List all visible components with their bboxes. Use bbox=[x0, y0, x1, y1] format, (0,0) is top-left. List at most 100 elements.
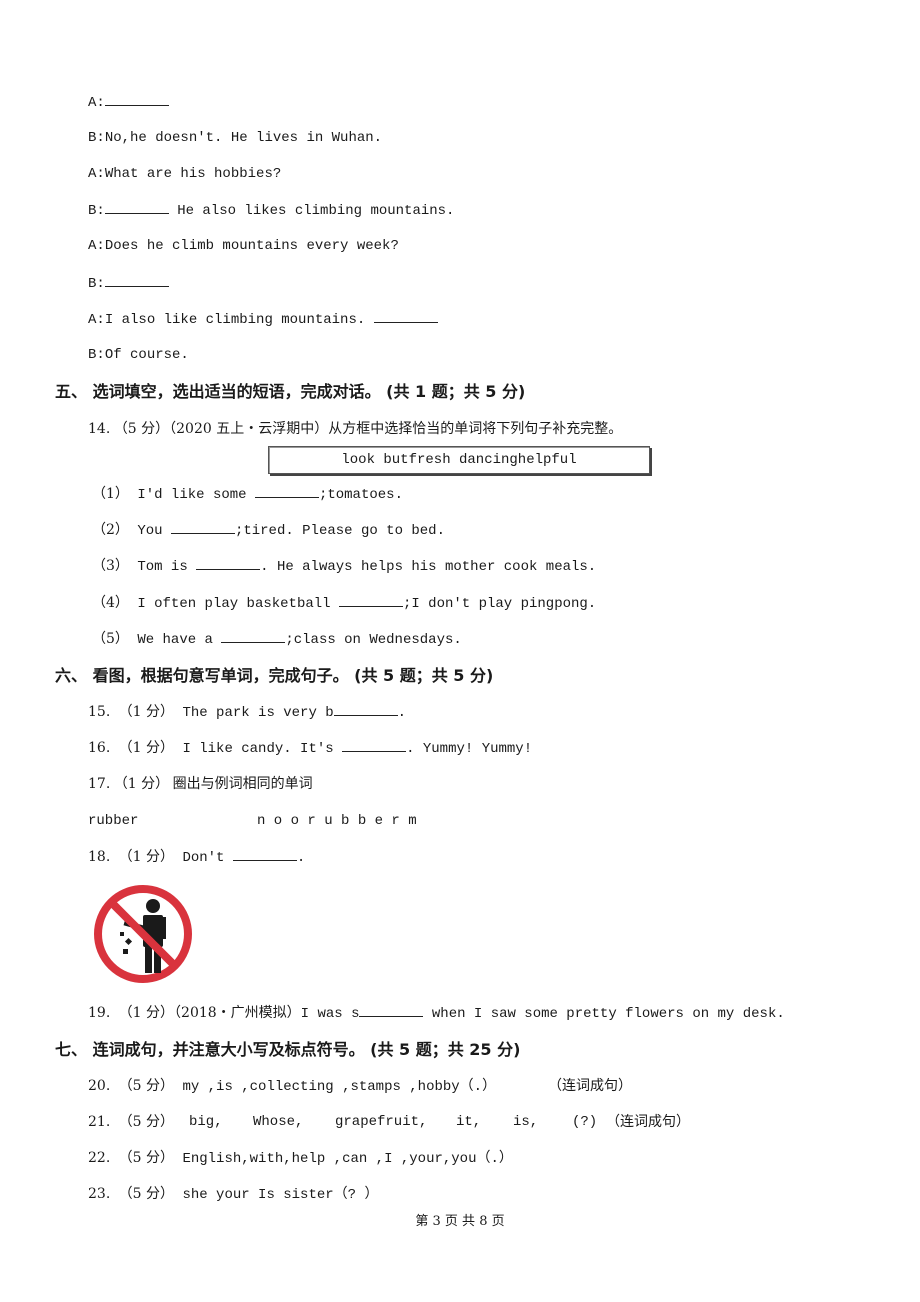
sub-item-text: Tom is bbox=[137, 559, 197, 575]
dialogue-line: B:Of course. bbox=[88, 346, 189, 364]
speaker: B: bbox=[88, 203, 105, 219]
sub-item: （5） We have a ;class on Wednesdays. bbox=[92, 630, 462, 649]
answer-blank[interactable] bbox=[232, 848, 297, 861]
sub-item-label: （3） bbox=[92, 558, 129, 574]
sub-item: （2） You ;tired. Please go to bed. bbox=[92, 521, 445, 540]
dialogue-text: He also likes climbing mountains. bbox=[168, 203, 455, 219]
answer-blank[interactable] bbox=[104, 201, 169, 214]
question-text: The park is very b bbox=[182, 705, 334, 721]
answer-blank[interactable] bbox=[221, 630, 286, 643]
speaker: A: bbox=[88, 95, 105, 111]
answer-blank[interactable] bbox=[170, 521, 235, 534]
speaker: B: bbox=[88, 130, 105, 146]
sub-item: （4） I often play basketball ;I don't pla… bbox=[92, 594, 596, 613]
question-number: 19. bbox=[88, 1005, 111, 1021]
question-number: 16. bbox=[88, 740, 111, 756]
question-17: 17. （1 分） 圈出与例词相同的单词 bbox=[88, 775, 313, 794]
question-text: Don't bbox=[182, 850, 233, 866]
question-score: （1 分） bbox=[118, 740, 175, 756]
question-number: 20. bbox=[88, 1078, 111, 1094]
sub-item-text: I often play basketball bbox=[137, 596, 339, 612]
question-22: 22. （5 分） English,with,help ,can ,I ,you… bbox=[88, 1149, 513, 1168]
question-score: （1 分） bbox=[118, 849, 175, 865]
scrambled-word: is, bbox=[513, 1114, 539, 1130]
answer-blank[interactable] bbox=[196, 557, 261, 570]
dialogue-line: A: bbox=[88, 93, 169, 112]
sub-item-text: You bbox=[137, 523, 171, 539]
question-hint: （连词成句） bbox=[548, 1078, 632, 1094]
question-instruction: 从方框中选择恰当的单词将下列句子补充完整。 bbox=[328, 421, 623, 437]
question-text: . bbox=[397, 705, 407, 721]
answer-blank[interactable] bbox=[338, 594, 403, 607]
letter-sequence[interactable]: n o o r u b b e r m bbox=[257, 812, 417, 830]
sub-item-text: ;I don't play pingpong. bbox=[402, 596, 597, 612]
question-score: （1 分） bbox=[118, 704, 175, 720]
scrambled-word: it, bbox=[456, 1114, 482, 1130]
answer-blank[interactable] bbox=[373, 310, 438, 323]
dialogue-text: No,he doesn't. He lives in Wuhan. bbox=[104, 130, 383, 146]
page-footer: 第 3 页 共 8 页 bbox=[415, 1214, 505, 1229]
dialogue-line: B: bbox=[88, 274, 169, 293]
sub-item-text: ;tomatoes. bbox=[318, 487, 403, 503]
speaker: B: bbox=[88, 276, 105, 292]
answer-blank[interactable] bbox=[333, 703, 398, 716]
question-score: （5 分） bbox=[118, 1078, 175, 1094]
answer-blank[interactable] bbox=[104, 274, 169, 287]
scrambled-word: grapefruit, bbox=[335, 1114, 428, 1130]
sub-item: （3） Tom is . He always helps his mother … bbox=[92, 557, 596, 576]
question-20: 20. （5 分） my ,is ,collecting ,stamps ,ho… bbox=[88, 1077, 496, 1096]
question-14: 14. （5 分）（2020 五上・云浮期中）从方框中选择恰当的单词将下列句子补… bbox=[88, 420, 622, 439]
section-5-title: 五、 选词填空，选出适当的短语，完成对话。 (共 1 题；共 5 分) bbox=[55, 382, 526, 401]
question-18: 18. （1 分） Don't . bbox=[88, 848, 305, 867]
question-text: when I saw some pretty flowers on my des… bbox=[423, 1006, 785, 1022]
sub-item-text: . He always helps his mother cook meals. bbox=[260, 559, 597, 575]
question-score: （5 分） bbox=[113, 421, 170, 437]
dialogue-line: B: He also likes climbing mountains. bbox=[88, 201, 454, 220]
no-littering-sign-icon bbox=[94, 885, 192, 983]
answer-blank[interactable] bbox=[359, 1004, 424, 1017]
example-word: rubber bbox=[88, 813, 139, 829]
dialogue-text: Of course. bbox=[104, 347, 189, 363]
section-7-title: 七、 连词成句，并注意大小写及标点符号。 (共 5 题；共 25 分) bbox=[55, 1040, 521, 1059]
sub-item-text: ;tired. Please go to bed. bbox=[234, 523, 445, 539]
question-number: 18. bbox=[88, 849, 111, 865]
question-text: . bbox=[296, 850, 306, 866]
question-hint: （连词成句） bbox=[606, 1114, 690, 1130]
answer-blank[interactable] bbox=[254, 485, 319, 498]
answer-blank[interactable] bbox=[342, 739, 407, 752]
speaker: A: bbox=[88, 166, 105, 182]
question-number: 17. bbox=[88, 776, 111, 792]
question-number: 23. bbox=[88, 1186, 111, 1202]
scrambled-word: Whose, bbox=[253, 1114, 304, 1130]
sub-item-text: ;class on Wednesdays. bbox=[285, 632, 462, 648]
question-21: 21. （5 分） bbox=[88, 1113, 174, 1132]
question-number: 14. bbox=[88, 421, 111, 437]
question-number: 15. bbox=[88, 704, 111, 720]
dialogue-line: A:I also like climbing mountains. bbox=[88, 310, 438, 329]
question-text: . Yummy! Yummy! bbox=[406, 741, 533, 757]
question-number: 22. bbox=[88, 1150, 111, 1166]
question-text: my ,is ,collecting ,stamps ,hobby（.） bbox=[182, 1079, 497, 1095]
question-score: （1 分） bbox=[113, 776, 170, 792]
sub-item-label: （4） bbox=[92, 595, 129, 611]
question-16: 16. （1 分） I like candy. It's . Yummy! Yu… bbox=[88, 739, 532, 758]
question-source: （2020 五上・云浮期中） bbox=[169, 421, 329, 437]
question-number: 21. bbox=[88, 1114, 111, 1130]
scrambled-word: (?) bbox=[572, 1114, 598, 1130]
question-text: I was s bbox=[300, 1006, 360, 1022]
dialogue-line: A:Does he climb mountains every week? bbox=[88, 237, 399, 255]
question-score: （5 分） bbox=[118, 1150, 175, 1166]
sub-item: （1） I'd like some ;tomatoes. bbox=[92, 485, 403, 504]
dialogue-line: B:No,he doesn't. He lives in Wuhan. bbox=[88, 129, 382, 147]
dialogue-text: I also like climbing mountains. bbox=[104, 312, 374, 328]
speaker: A: bbox=[88, 238, 105, 254]
dialogue-line: A:What are his hobbies? bbox=[88, 165, 281, 183]
dialogue-text: What are his hobbies? bbox=[104, 166, 282, 182]
sub-item-label: （2） bbox=[92, 522, 129, 538]
question-score: （5 分） bbox=[118, 1186, 175, 1202]
question-text: I like candy. It's bbox=[182, 741, 343, 757]
answer-blank[interactable] bbox=[104, 93, 169, 106]
scrambled-word: big, bbox=[189, 1114, 223, 1130]
sub-item-label: （1） bbox=[92, 486, 129, 502]
question-19: 19. （1 分）（2018・广州模拟）I was s when I saw s… bbox=[88, 1004, 785, 1023]
